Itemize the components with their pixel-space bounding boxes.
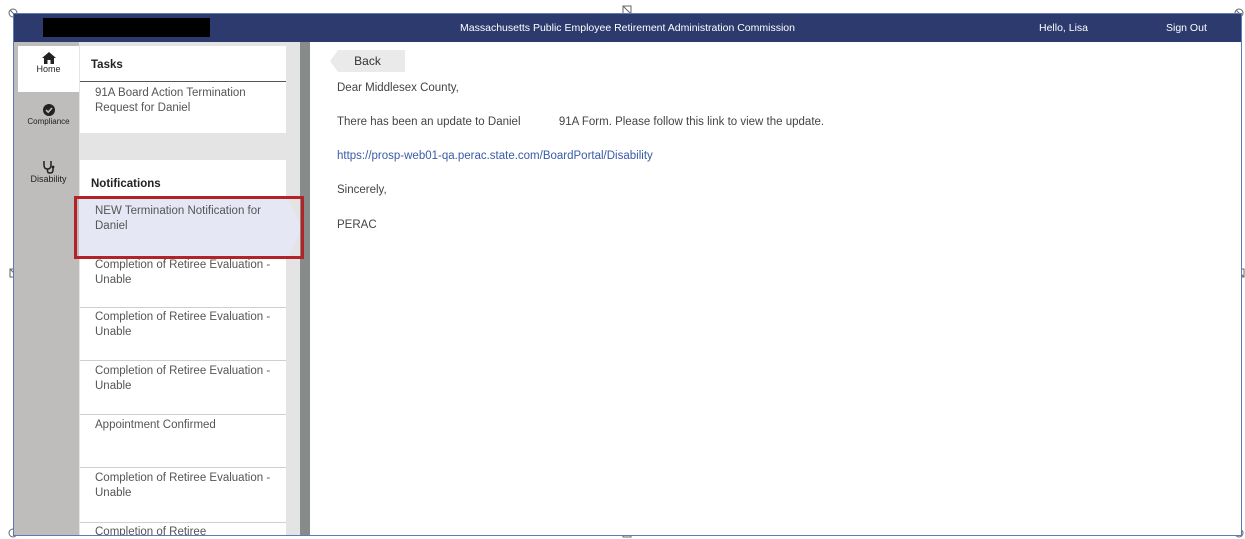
divider: [80, 522, 286, 523]
task-item[interactable]: 91A Board Action Termination Request for…: [95, 86, 275, 116]
notification-item[interactable]: Completion of Retiree Evaluation - Unabl…: [95, 471, 275, 501]
side-panel: Tasks 91A Board Action Termination Reque…: [79, 42, 310, 535]
message-body: There has been an update to Daniel 91A F…: [337, 116, 825, 128]
notification-item[interactable]: Completion of Retiree Evaluation - Unabl…: [95, 364, 275, 394]
user-greeting: Hello, Lisa: [1039, 22, 1089, 34]
notifications-heading: Notifications: [91, 178, 161, 190]
disability-link[interactable]: https://prosp-web01-qa.perac.state.com/B…: [337, 150, 653, 162]
nav-compliance[interactable]: Compliance: [18, 104, 79, 144]
check-circle-icon: [42, 104, 55, 116]
salutation: Dear Middlesex County,: [337, 82, 459, 94]
signature: PERAC: [337, 219, 377, 231]
left-nav: Home Compliance Disability: [14, 42, 79, 535]
divider: [80, 467, 286, 468]
panel-scrollbar[interactable]: [300, 42, 310, 535]
notification-item[interactable]: Completion of Retiree Evaluation - Unabl…: [95, 310, 275, 340]
notification-item[interactable]: Completion of Retiree Evaluation - Unabl…: [95, 258, 275, 288]
divider: [80, 414, 286, 415]
stethoscope-icon: [42, 161, 54, 174]
divider: [80, 307, 286, 308]
nav-home[interactable]: Home: [18, 46, 79, 92]
notification-item-selected[interactable]: NEW Termination Notification for Daniel: [95, 204, 275, 234]
divider: [80, 81, 286, 82]
home-icon: [41, 52, 56, 64]
top-bar: Massachusetts Public Employee Retirement…: [14, 14, 1241, 42]
message-content: Back Dear Middlesex County, There has be…: [310, 42, 1241, 535]
nav-disability[interactable]: Disability: [18, 160, 79, 200]
tasks-heading: Tasks: [91, 59, 123, 71]
notification-item[interactable]: Appointment Confirmed: [95, 418, 275, 433]
back-button[interactable]: Back: [330, 50, 405, 72]
nav-compliance-label: Compliance: [27, 117, 70, 126]
divider: [80, 360, 286, 361]
nav-disability-label: Disability: [30, 174, 67, 184]
sign-out-link[interactable]: Sign Out: [1166, 22, 1207, 34]
notification-item[interactable]: Completion of Retiree: [95, 525, 275, 535]
app-window: Massachusetts Public Employee Retirement…: [13, 13, 1242, 536]
nav-home-label: Home: [36, 64, 61, 74]
closing: Sincerely,: [337, 184, 387, 196]
